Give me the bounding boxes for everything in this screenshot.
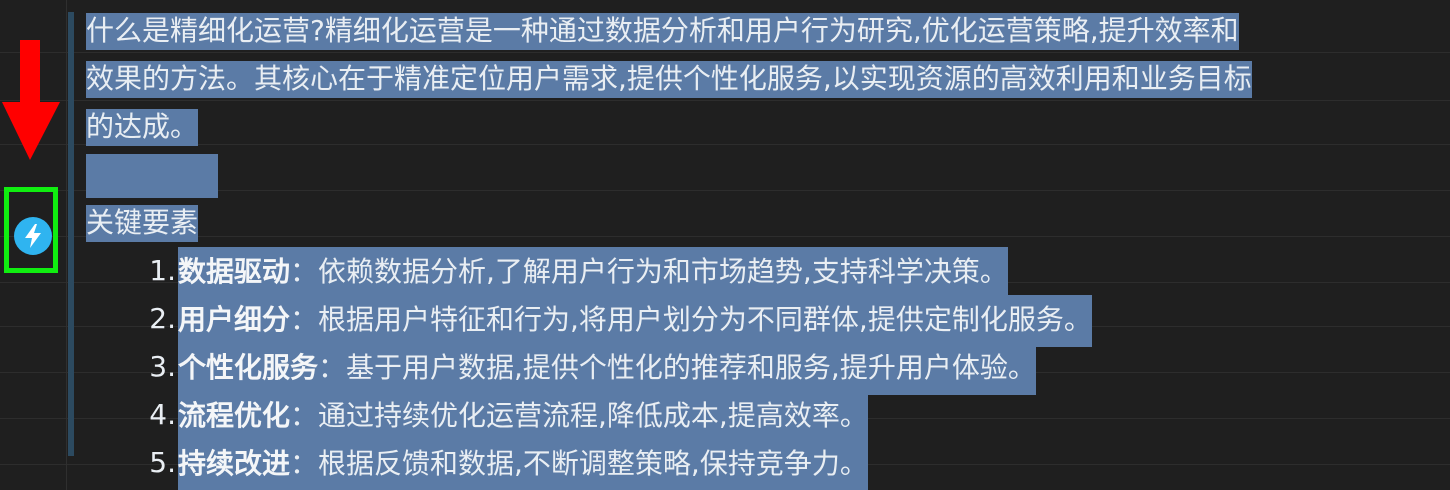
list-description: 根据用户特征和行为,将用户划分为不同群体,提供定制化服务。 <box>318 303 1092 336</box>
arrow-shaft <box>20 40 40 110</box>
list-description: 基于用户数据,提供个性化的推荐和服务,提升用户体验。 <box>346 351 1036 384</box>
ai-assistant-button[interactable] <box>14 217 52 255</box>
list-item-text: 个性化服务：基于用户数据,提供个性化的推荐和服务,提升用户体验。 <box>178 343 1036 395</box>
list-term: 数据驱动 <box>178 255 291 288</box>
selected-text: 效果的方法。其核心在于精准定位用户需求,提供个性化服务,以实现资源的高效利用和业… <box>86 61 1252 98</box>
list-description: 通过持续优化运营流程,降低成本,提高效率。 <box>318 399 868 432</box>
list-separator: ： <box>290 447 319 480</box>
selected-text: 什么是精细化运营?精细化运营是一种通过数据分析和用户行为研究,优化运营策略,提升… <box>86 13 1239 50</box>
heading-text: 关键要素 <box>86 205 199 242</box>
list-term: 持续改进 <box>178 447 291 480</box>
list-item-text: 流程优化：通过持续优化运营流程,降低成本,提高效率。 <box>178 391 868 443</box>
list-separator: ： <box>290 255 319 288</box>
list-item-text: 持续改进：根据反馈和数据,不断调整策略,保持竞争力。 <box>178 439 868 490</box>
list-separator: ： <box>290 399 319 432</box>
list-item: 5. 持续改进：根据反馈和数据,不断调整策略,保持竞争力。 <box>86 439 1426 490</box>
list-number: 1. <box>149 254 176 287</box>
list-number: 5. <box>149 446 176 479</box>
list-term: 流程优化 <box>178 399 291 432</box>
section-heading: 关键要素 <box>86 199 1426 247</box>
list-number: 3. <box>149 350 176 383</box>
arrow-head <box>2 102 60 160</box>
list-item: 4. 流程优化：通过持续优化运营流程,降低成本,提高效率。 <box>86 391 1426 443</box>
list-term: 用户细分 <box>178 303 291 336</box>
lightning-icon <box>25 224 41 248</box>
paragraph-line: 效果的方法。其核心在于精准定位用户需求,提供个性化服务,以实现资源的高效利用和业… <box>86 55 1426 103</box>
list-item: 2. 用户细分：根据用户特征和行为,将用户划分为不同群体,提供定制化服务。 <box>86 295 1426 347</box>
paragraph-line: 什么是精细化运营?精细化运营是一种通过数据分析和用户行为研究,优化运营策略,提升… <box>86 7 1426 55</box>
block-indicator-bar <box>68 12 74 456</box>
red-arrow-annotation <box>2 40 60 160</box>
list-number: 4. <box>149 398 176 431</box>
gutter-divider <box>66 0 67 490</box>
list-term: 个性化服务 <box>178 351 319 384</box>
list-separator: ： <box>318 351 347 384</box>
blank-line <box>86 151 1426 199</box>
list-number: 2. <box>149 302 176 335</box>
list-item: 3. 个性化服务：基于用户数据,提供个性化的推荐和服务,提升用户体验。 <box>86 343 1426 395</box>
paragraph-line: 的达成。 <box>86 103 1426 151</box>
list-separator: ： <box>290 303 319 336</box>
list-item-text: 数据驱动：依赖数据分析,了解用户行为和市场趋势,支持科学决策。 <box>178 247 1008 299</box>
list-item-text: 用户细分：根据用户特征和行为,将用户划分为不同群体,提供定制化服务。 <box>178 295 1092 347</box>
list-description: 根据反馈和数据,不断调整策略,保持竞争力。 <box>318 447 868 480</box>
selected-text: 的达成。 <box>86 109 199 146</box>
selected-blank <box>86 154 218 198</box>
editor-content[interactable]: 什么是精细化运营?精细化运营是一种通过数据分析和用户行为研究,优化运营策略,提升… <box>86 7 1426 490</box>
list-item: 1. 数据驱动：依赖数据分析,了解用户行为和市场趋势,支持科学决策。 <box>86 247 1426 299</box>
list-description: 依赖数据分析,了解用户行为和市场趋势,支持科学决策。 <box>318 255 1008 288</box>
